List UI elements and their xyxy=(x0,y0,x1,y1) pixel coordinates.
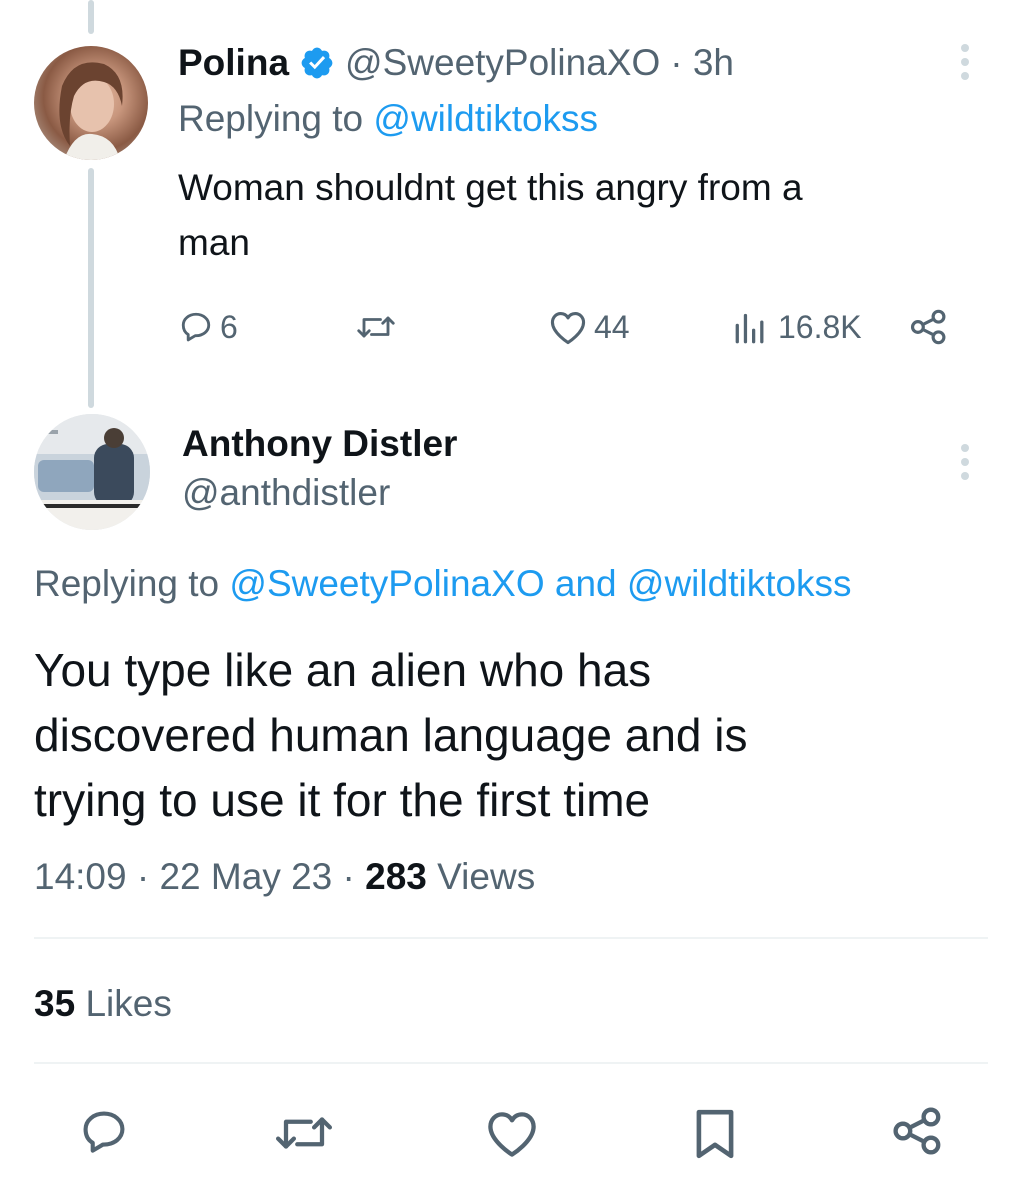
parent-handle[interactable]: @SweetyPolinaXO xyxy=(345,42,660,84)
reply-icon xyxy=(78,1106,130,1158)
parent-replying-to: Replying to @wildtiktokss xyxy=(178,98,598,140)
parent-reply-button[interactable]: 6 xyxy=(178,306,238,348)
main-text-line-2: discovered human language and is xyxy=(34,709,748,761)
main-bookmark-button[interactable] xyxy=(692,1106,738,1162)
meta-separator-2: · xyxy=(342,856,355,897)
parent-like-button[interactable]: 44 xyxy=(548,306,630,348)
avatar-portrait-icon xyxy=(59,62,123,160)
thread-line-top xyxy=(88,0,94,34)
main-display-name[interactable]: Anthony Distler xyxy=(182,420,457,468)
meta-separator-1: · xyxy=(136,856,150,897)
parent-views-count: 16.8K xyxy=(778,308,862,345)
main-text-line-3: trying to use it for the first time xyxy=(34,774,651,826)
parent-reply-count: 6 xyxy=(220,308,238,345)
retweet-icon xyxy=(272,1106,336,1160)
parent-timestamp[interactable]: · 3h xyxy=(670,42,734,84)
main-likes-summary[interactable]: 35 Likes xyxy=(34,983,172,1025)
parent-like-count: 44 xyxy=(594,308,630,345)
parent-views-button[interactable]: 16.8K xyxy=(732,306,862,348)
anthony-avatar[interactable] xyxy=(34,414,150,530)
main-replying-and: and xyxy=(554,563,617,604)
main-reply-button[interactable] xyxy=(78,1106,130,1158)
share-icon xyxy=(890,1104,946,1158)
main-likes-label: Likes xyxy=(85,983,172,1024)
divider-top xyxy=(34,937,988,939)
avatar-photo-icon xyxy=(34,414,150,530)
parent-text-line-2: man xyxy=(178,222,250,263)
main-like-button[interactable] xyxy=(484,1108,540,1158)
main-likes-count: 35 xyxy=(34,983,76,1024)
main-handle[interactable]: @anthdistler xyxy=(182,468,457,518)
main-replying-link-1[interactable]: @SweetyPolinaXO xyxy=(229,563,544,604)
main-views-label: Views xyxy=(437,856,536,897)
main-replying-link-2[interactable]: @wildtiktokss xyxy=(627,563,852,604)
main-tweet-author: Anthony Distler @anthdistler xyxy=(182,420,457,518)
polina-avatar[interactable] xyxy=(34,46,148,160)
main-date[interactable]: 22 May 23 xyxy=(159,856,332,897)
verified-badge-icon xyxy=(299,45,335,81)
parent-replying-prefix: Replying to xyxy=(178,98,364,139)
main-text-line-1: You type like an alien who has xyxy=(34,644,652,696)
parent-replying-link[interactable]: @wildtiktokss xyxy=(373,98,598,139)
parent-share-button[interactable] xyxy=(908,306,950,348)
parent-tweet-header: Polina @SweetyPolinaXO · 3h xyxy=(178,40,734,86)
bookmark-icon xyxy=(692,1106,738,1162)
main-share-button[interactable] xyxy=(890,1104,946,1158)
main-more-options-icon[interactable] xyxy=(959,444,971,480)
parent-retweet-button[interactable] xyxy=(355,306,397,348)
main-views-count: 283 xyxy=(365,856,427,897)
main-tweet-meta: 14:09 · 22 May 23 · 283 Views xyxy=(34,856,535,898)
main-tweet-text: You type like an alien who has discovere… xyxy=(34,638,984,833)
parent-text-line-1: Woman shouldnt get this angry from a xyxy=(178,167,803,208)
reply-icon xyxy=(178,309,214,345)
parent-more-options-icon[interactable] xyxy=(959,44,971,80)
main-replying-to: Replying to @SweetyPolinaXO and @wildtik… xyxy=(34,563,852,605)
heart-icon xyxy=(484,1108,540,1158)
divider-bottom xyxy=(34,1062,988,1064)
retweet-icon xyxy=(355,309,397,345)
parent-display-name[interactable]: Polina xyxy=(178,42,289,84)
parent-tweet-text: Woman shouldnt get this angry from a man xyxy=(178,164,978,266)
share-icon xyxy=(908,308,950,346)
main-replying-prefix: Replying to xyxy=(34,563,220,604)
heart-icon xyxy=(548,309,588,345)
main-retweet-button[interactable] xyxy=(272,1106,336,1160)
main-time[interactable]: 14:09 xyxy=(34,856,127,897)
thread-line-connector xyxy=(88,168,94,408)
views-bar-chart-icon xyxy=(732,309,772,345)
